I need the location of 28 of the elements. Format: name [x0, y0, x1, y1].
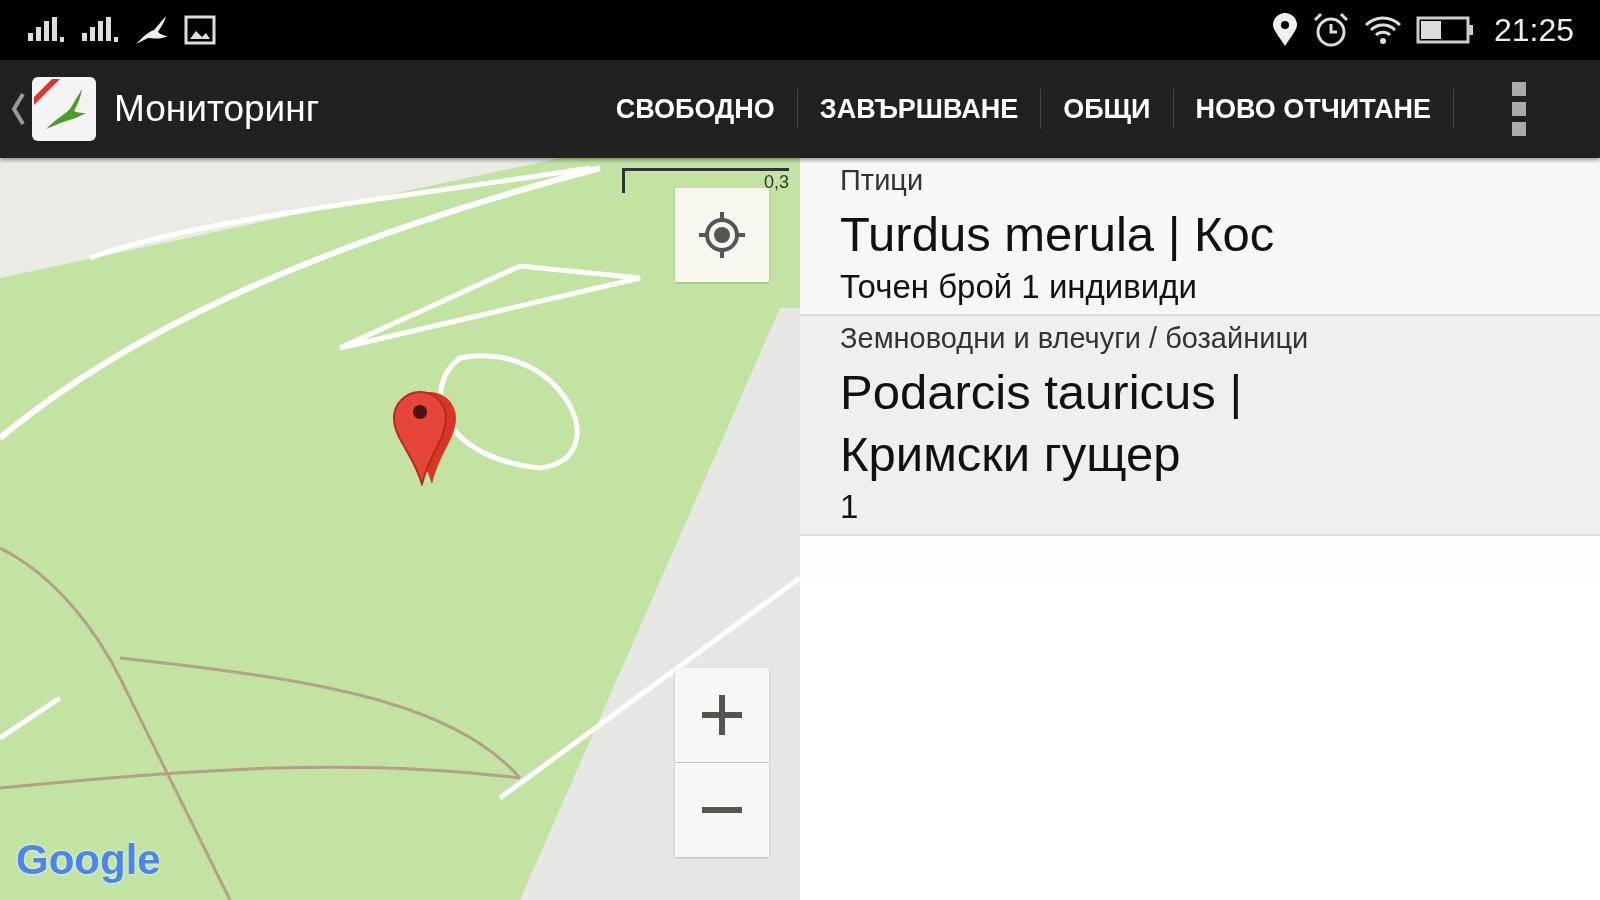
record-species: Turdus merula | Кос: [840, 206, 1276, 263]
plus-icon: [700, 693, 744, 737]
map-attribution: Google: [16, 836, 161, 884]
record-species: Podarcis tauricus | Кримски гущер: [840, 363, 1244, 484]
minus-icon: [700, 806, 744, 814]
signal-icon: [80, 17, 120, 43]
record-category: Птици: [840, 164, 925, 197]
back-chevron-icon[interactable]: [10, 92, 26, 126]
zoom-out-button[interactable]: [675, 763, 769, 857]
record-count: 1: [840, 488, 860, 527]
record-category: Земноводни и влечуги / бозайници: [840, 321, 1310, 355]
toolbar-action[interactable]: ОБЩИ: [1041, 89, 1174, 129]
signal-icon: [26, 17, 66, 43]
location-pin-icon: [1271, 13, 1298, 47]
zoom-in-button[interactable]: [675, 668, 769, 762]
app-icon[interactable]: [32, 77, 96, 141]
battery-icon: [1415, 16, 1474, 44]
record-row[interactable]: Земноводни и влечуги / бозайници Podarcis tauricus | Кримски гущер 1: [800, 315, 1600, 537]
clock-time: 21:25: [1493, 11, 1574, 49]
toolbar-action[interactable]: НОВО ОТЧИТАНЕ: [1173, 89, 1454, 129]
app-title: Мониторинг: [114, 88, 320, 130]
toolbar-action[interactable]: ЗАВЪРШВАНЕ: [797, 89, 1042, 129]
record-count: Точен брой 1 индивиди: [840, 267, 1198, 306]
alarm-clock-icon: [1311, 12, 1350, 48]
image-icon: [184, 15, 216, 45]
toolbar-action[interactable]: СВОБОДНО: [593, 89, 798, 129]
wifi-icon: [1363, 15, 1402, 45]
record-row[interactable]: Птици Turdus merula | Кос Точен брой 1 индивиди: [800, 158, 1600, 316]
